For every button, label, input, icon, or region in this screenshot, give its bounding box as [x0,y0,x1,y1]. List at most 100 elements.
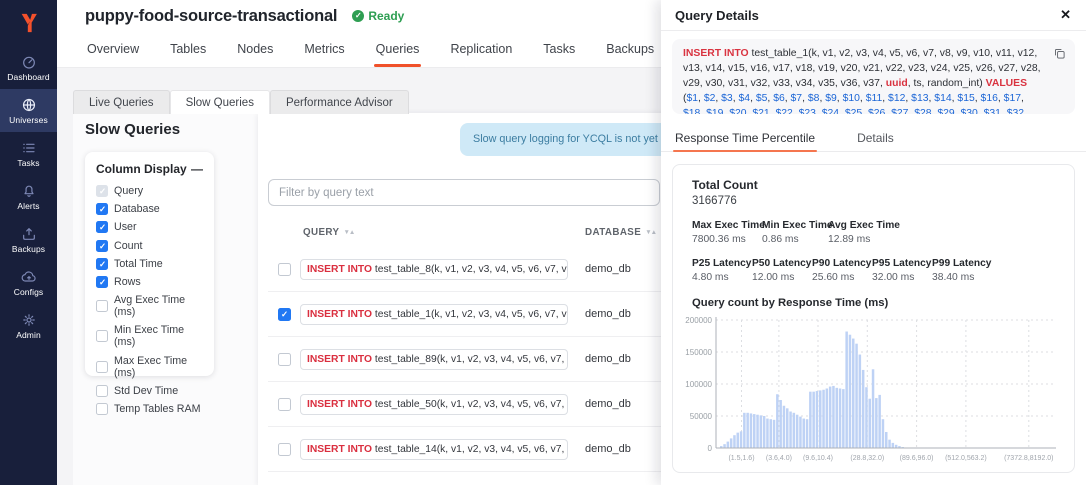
row-checkbox[interactable] [278,353,291,366]
details-tab-bar: Response Time Percentile Details [661,125,1086,152]
query-text-chip[interactable]: INSERT INTO test_table_89(k, v1, v2, v3,… [300,349,568,370]
column-option-label: Avg Exec Time (ms) [114,294,203,318]
checkbox[interactable] [96,300,108,312]
checkbox[interactable] [96,276,108,288]
subtab-slow-queries[interactable]: Slow Queries [170,90,270,114]
checkbox[interactable] [96,330,108,342]
subtab-performance-advisor[interactable]: Performance Advisor [270,90,409,114]
exec-time-stats: Max Exec Time7800.36 msMin Exec Time0.86… [692,220,1066,245]
sidebar-item-configs[interactable]: Configs [0,261,57,304]
copy-icon[interactable] [1053,47,1066,66]
svg-text:(89.6,96.0): (89.6,96.0) [900,455,934,462]
sql-param: $11 [866,93,883,104]
column-option-label: Query [114,185,143,197]
svg-text:50000: 50000 [690,412,713,421]
row-checkbox[interactable] [278,263,291,276]
checkbox[interactable] [96,361,108,373]
row-checkbox[interactable] [278,398,291,411]
sql-param: $7 [791,93,803,104]
stat-label: P50 Latency [752,258,812,269]
tab-metrics[interactable]: Metrics [302,33,346,67]
query-filter-input[interactable] [268,179,660,206]
sidebar-item-tasks[interactable]: Tasks [0,132,57,175]
tab-backups[interactable]: Backups [604,33,656,67]
checkbox[interactable] [96,385,108,397]
sidebar: Dashboard Universes TasksAlerts Backups Conf… [0,0,57,485]
column-option-label: Temp Tables RAM [114,403,201,415]
column-option: Min Exec Time (ms) [96,324,203,348]
sidebar-item-label: Backups [12,244,45,254]
stat-value: 38.40 ms [932,272,992,283]
checkbox[interactable] [96,203,108,215]
sort-icon: ▼▲ [343,229,354,236]
sql-param: $6 [773,93,785,104]
checkbox[interactable] [96,221,108,233]
sql-param: $14 [934,93,951,104]
column-header-query[interactable]: QUERY▼▲ [303,227,354,238]
close-icon[interactable]: ✕ [1060,7,1071,23]
tab-queries[interactable]: Queries [374,33,422,67]
stat-label: Min Exec Time [762,220,828,231]
sql-param: $17 [1004,93,1021,104]
sql-keyword: INSERT INTO [307,399,375,410]
checkbox[interactable] [96,403,108,415]
sql-keyword: VALUES [986,78,1027,89]
sql-param: $29 [937,108,954,114]
sql-param: $13 [911,93,928,104]
sql-param: $15 [957,93,974,104]
checkbox[interactable] [96,240,108,252]
row-checkbox[interactable] [278,308,291,321]
svg-text:(512.0,563.2): (512.0,563.2) [945,455,987,462]
sql-param: $4 [739,93,751,104]
tab-replication[interactable]: Replication [448,33,514,67]
yugabyte-logo-icon[interactable] [0,0,57,46]
stat-value: 7800.36 ms [692,234,762,245]
column-option-label: Count [114,240,143,252]
sidebar-item-admin[interactable]: Admin [0,304,57,347]
tasks-icon [21,140,37,156]
sidebar-item-alerts[interactable]: Alerts [0,175,57,218]
column-option: Query [96,185,203,197]
universes-icon [21,97,37,113]
svg-text:100000: 100000 [685,380,712,389]
sql-statement: INSERT INTO test_table_1(k, v1, v2, v3, … [672,39,1075,114]
sidebar-item-label: Universes [9,115,48,125]
row-checkbox[interactable] [278,443,291,456]
sidebar-item-label: Dashboard [7,72,49,82]
column-options-list: QueryDatabaseUserCountTotal TimeRowsAvg … [96,185,203,415]
column-header-database[interactable]: DATABASE▼▲ [585,227,656,238]
backups-icon [21,226,37,242]
query-text-chip[interactable]: INSERT INTO test_table_8(k, v1, v2, v3, … [300,259,568,280]
checkbox[interactable] [96,258,108,270]
sidebar-item-backups[interactable]: Backups [0,218,57,261]
query-text-chip[interactable]: INSERT INTO test_table_1(k, v1, v2, v3, … [300,304,568,325]
sql-param: $12 [888,93,905,104]
tab-nodes[interactable]: Nodes [235,33,275,67]
tab-tasks[interactable]: Tasks [541,33,577,67]
query-text-chip[interactable]: INSERT INTO test_table_14(k, v1, v2, v3,… [300,439,568,460]
details-tab-details[interactable]: Details [855,125,896,151]
details-tab-response-time-percentile[interactable]: Response Time Percentile [673,125,817,151]
column-option-label: Rows [114,276,141,288]
page-title: puppy-food-source-transactional [85,7,337,26]
tab-overview[interactable]: Overview [85,33,141,67]
dashboard-icon [21,54,37,70]
sidebar-item-label: Configs [14,287,44,297]
stat-value: 4.80 ms [692,272,752,283]
sql-param: $18 [683,108,700,114]
response-time-histogram: 050000100000150000200000(1.5,1.6)(3.6,4.… [684,313,1075,465]
sidebar-nav: Dashboard Universes TasksAlerts Backups Conf… [0,46,57,347]
column-display-panel: Column Display — QueryDatabaseUserCountT… [85,152,214,376]
sidebar-item-dashboard[interactable]: Dashboard [0,46,57,89]
column-option: Database [96,203,203,215]
column-option-label: Database [114,203,160,215]
percentile-card: Total Count 3166776 Max Exec Time7800.36… [672,164,1075,473]
subtab-live-queries[interactable]: Live Queries [73,90,170,114]
tab-tables[interactable]: Tables [168,33,208,67]
sidebar-item-universes[interactable]: Universes [0,89,57,132]
collapse-icon[interactable]: — [191,164,203,174]
column-option: Total Time [96,258,203,270]
check-icon: ✓ [352,10,364,22]
checkbox[interactable] [96,185,108,197]
query-text-chip[interactable]: INSERT INTO test_table_50(k, v1, v2, v3,… [300,394,568,415]
